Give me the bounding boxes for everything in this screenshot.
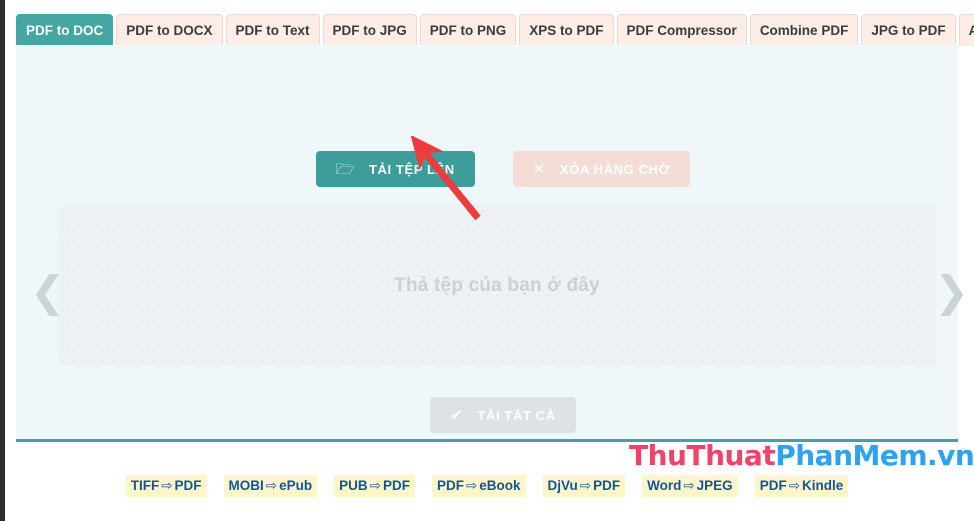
- tab-combine-pdf[interactable]: Combine PDF: [749, 14, 859, 46]
- clear-queue-label: XÓA HÀNG CHỜ: [559, 161, 671, 177]
- quick-link-from: DjVu: [547, 478, 578, 493]
- quick-link-from: PDF: [759, 478, 787, 493]
- app-page: PDF to DOC PDF to DOCX PDF to Text PDF to J…: [0, 0, 974, 521]
- tab-any-to-pdf[interactable]: Any to PDF: [958, 14, 974, 46]
- page-left-edge: [0, 0, 5, 521]
- quick-link-to: PDF: [593, 478, 621, 493]
- quick-link-from: PUB: [339, 478, 368, 493]
- quick-link-word-to-jpeg[interactable]: Word ⇨ JPEG: [642, 475, 738, 497]
- quick-link-to: eBook: [479, 478, 521, 493]
- download-all-button[interactable]: ✔ TẢI TẤT CẢ: [430, 397, 576, 433]
- quick-link-tiff-to-pdf[interactable]: TIFF ⇨ PDF: [125, 475, 207, 497]
- quick-link-to: JPEG: [696, 478, 733, 493]
- carousel-next-icon[interactable]: ❯: [934, 270, 969, 316]
- tab-label: XPS to PDF: [529, 22, 604, 38]
- tab-pdf-to-jpg[interactable]: PDF to JPG: [322, 14, 417, 46]
- arrow-right-icon: ⇨: [161, 478, 173, 494]
- arrow-right-icon: ⇨: [465, 478, 478, 494]
- action-button-row: 🗁 TẢI TỆP LÊN ✕ XÓA HÀNG CHỜ: [16, 151, 974, 187]
- watermark-part-one: ThuThuat: [629, 439, 776, 472]
- converter-panel: ❮ ❯ 🗁 TẢI TỆP LÊN ✕ XÓA HÀNG CHỜ Thả tệp…: [16, 45, 974, 472]
- tab-pdf-compressor[interactable]: PDF Compressor: [616, 14, 747, 46]
- site-watermark: ThuThuatPhanMem.vn: [629, 439, 974, 472]
- quick-link-to: ePub: [279, 478, 313, 493]
- quick-convert-link-row: TIFF ⇨ PDF MOBI ⇨ ePub PUB ⇨ PDF PDF ⇨ eBook DjVu ⇨ PD…: [0, 475, 974, 497]
- tab-label: PDF to PNG: [429, 22, 507, 38]
- check-icon: ✔: [450, 405, 464, 424]
- tab-pdf-to-text[interactable]: PDF to Text: [225, 14, 320, 46]
- watermark-part-two: PhanMem.vn: [775, 439, 974, 472]
- tab-label: PDF to DOC: [26, 22, 104, 38]
- tab-label: PDF to JPG: [332, 22, 407, 38]
- quick-link-mobi-to-epub[interactable]: MOBI ⇨ ePub: [223, 475, 318, 497]
- tab-label: Combine PDF: [759, 22, 849, 38]
- quick-link-to: PDF: [174, 478, 202, 493]
- quick-link-from: PDF: [436, 478, 464, 493]
- upload-file-button[interactable]: 🗁 TẢI TỆP LÊN: [315, 151, 475, 187]
- folder-open-icon: 🗁: [335, 159, 355, 178]
- download-all-label: TẢI TẤT CẢ: [477, 407, 556, 423]
- quick-link-djvu-to-pdf[interactable]: DjVu ⇨ PDF: [542, 475, 626, 497]
- tab-label: PDF Compressor: [626, 22, 737, 38]
- tab-jpg-to-pdf[interactable]: JPG to PDF: [861, 14, 956, 46]
- file-drop-zone[interactable]: Thả tệp của bạn ở đây: [58, 206, 936, 366]
- tab-pdf-to-doc[interactable]: PDF to DOC: [16, 14, 114, 46]
- tab-label: PDF to Text: [235, 22, 310, 38]
- tab-pdf-to-docx[interactable]: PDF to DOCX: [116, 14, 223, 46]
- close-x-icon: ✕: [532, 159, 546, 178]
- drop-zone-hint: Thả tệp của bạn ở đây: [394, 275, 600, 296]
- tab-label: JPG to PDF: [871, 22, 946, 38]
- upload-file-label: TẢI TỆP LÊN: [368, 161, 455, 177]
- arrow-right-icon: ⇨: [265, 478, 278, 494]
- clear-queue-button[interactable]: ✕ XÓA HÀNG CHỜ: [512, 151, 691, 187]
- tab-label: Any to PDF: [968, 22, 974, 38]
- arrow-right-icon: ⇨: [683, 478, 695, 494]
- quick-link-from: MOBI: [228, 478, 264, 493]
- quick-link-to: PDF: [382, 478, 410, 493]
- arrow-right-icon: ⇨: [579, 478, 592, 494]
- quick-link-pub-to-pdf[interactable]: PUB ⇨ PDF: [334, 475, 415, 497]
- arrow-right-icon: ⇨: [369, 478, 381, 494]
- quick-link-pdf-to-kindle[interactable]: PDF ⇨ Kindle: [754, 475, 849, 497]
- quick-link-from: TIFF: [130, 478, 160, 493]
- quick-link-pdf-to-ebook[interactable]: PDF ⇨ eBook: [431, 475, 526, 497]
- tab-label: PDF to DOCX: [126, 22, 213, 38]
- tab-pdf-to-png[interactable]: PDF to PNG: [419, 14, 517, 46]
- converter-tab-bar: PDF to DOC PDF to DOCX PDF to Text PDF to J…: [16, 14, 974, 46]
- quick-link-to: Kindle: [802, 478, 844, 493]
- tab-xps-to-pdf[interactable]: XPS to PDF: [519, 14, 614, 46]
- quick-link-from: Word: [647, 478, 682, 493]
- download-button-row: ✔ TẢI TẤT CẢ: [16, 397, 974, 433]
- arrow-right-icon: ⇨: [788, 478, 800, 494]
